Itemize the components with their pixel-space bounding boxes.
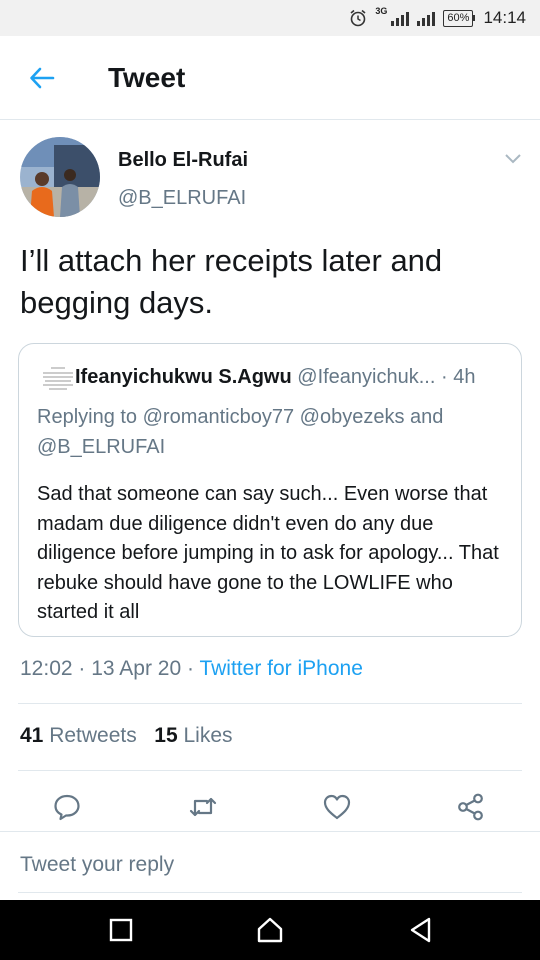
page-title: Tweet: [108, 62, 186, 93]
reply-icon[interactable]: [52, 792, 82, 822]
back-icon[interactable]: [407, 916, 435, 944]
quoted-author-name[interactable]: Ifeanyichukwu S.Agwu: [75, 366, 292, 388]
tweet-date: 13 Apr 20: [91, 657, 182, 680]
meta-separator: ·: [187, 657, 194, 680]
tweet-time: 12:02: [20, 657, 73, 680]
author-name[interactable]: Bello El-Rufai: [118, 149, 248, 172]
chevron-down-icon[interactable]: [503, 152, 523, 166]
like-icon[interactable]: [322, 792, 352, 822]
system-nav-bar: [0, 900, 540, 960]
quoted-author-handle[interactable]: @Ifeanyichuk...: [297, 366, 435, 388]
quoted-header: Ifeanyichukwu S.Agwu @Ifeanyichuk... · 4…: [75, 366, 475, 389]
recent-apps-icon[interactable]: [107, 916, 135, 944]
alarm-icon: [350, 9, 366, 27]
status-bar: 3G 60% 14:14: [0, 0, 540, 36]
likes-count: 15: [154, 724, 178, 747]
quoted-separator: ·: [440, 366, 448, 388]
replying-to: Replying to @romanticboy77 @obyezeks and…: [37, 402, 507, 462]
signal-icon: [391, 10, 410, 26]
tweet-timestamp: 12:02 · 13 Apr 20 · Twitter for iPhone: [20, 657, 363, 681]
mention-link[interactable]: @obyezeks: [300, 406, 405, 428]
back-arrow-icon[interactable]: [28, 64, 56, 92]
retweets-stat[interactable]: 41 Retweets: [20, 724, 137, 747]
reply-input[interactable]: Tweet your reply: [20, 853, 174, 877]
mention-link[interactable]: @romanticboy77: [143, 406, 294, 428]
reply-composer: Tweet your reply: [0, 831, 540, 899]
retweet-icon[interactable]: [188, 792, 218, 822]
network-type: 3G: [375, 6, 388, 16]
and-label: and: [410, 406, 444, 428]
divider: [18, 770, 522, 771]
clock: 14:14: [483, 8, 526, 27]
battery-icon: 60%: [443, 9, 476, 27]
avatar[interactable]: [20, 137, 100, 217]
likes-stat[interactable]: 15 Likes: [154, 724, 232, 747]
share-icon[interactable]: [456, 792, 486, 822]
author-handle[interactable]: @B_ELRUFAI: [118, 187, 246, 210]
retweets-count: 41: [20, 724, 44, 747]
divider: [18, 703, 522, 704]
action-bar: [0, 786, 540, 830]
signal-icon-2: [417, 10, 436, 26]
battery-level: 60%: [443, 9, 474, 27]
quoted-tweet-card[interactable]: Ifeanyichukwu S.Agwu @Ifeanyichuk... · 4…: [18, 343, 522, 637]
retweets-label: Retweets: [49, 724, 137, 747]
meta-separator: ·: [78, 657, 86, 680]
quoted-avatar-icon: [43, 367, 73, 390]
divider: [18, 892, 522, 893]
replying-label: Replying to: [37, 406, 138, 428]
home-icon[interactable]: [256, 916, 284, 944]
likes-label: Likes: [183, 724, 233, 747]
tweet-source-link[interactable]: Twitter for iPhone: [199, 657, 362, 680]
top-app-bar: Tweet: [0, 36, 540, 120]
mention-link[interactable]: @B_ELRUFAI: [37, 436, 165, 458]
quoted-age: 4h: [453, 366, 476, 388]
tweet-stats: 41 Retweets 15 Likes: [20, 724, 233, 748]
quoted-tweet-text: Sad that someone can say such... Even wo…: [37, 483, 499, 623]
tweet-text: I’ll attach her receipts later and beggi…: [20, 243, 443, 320]
